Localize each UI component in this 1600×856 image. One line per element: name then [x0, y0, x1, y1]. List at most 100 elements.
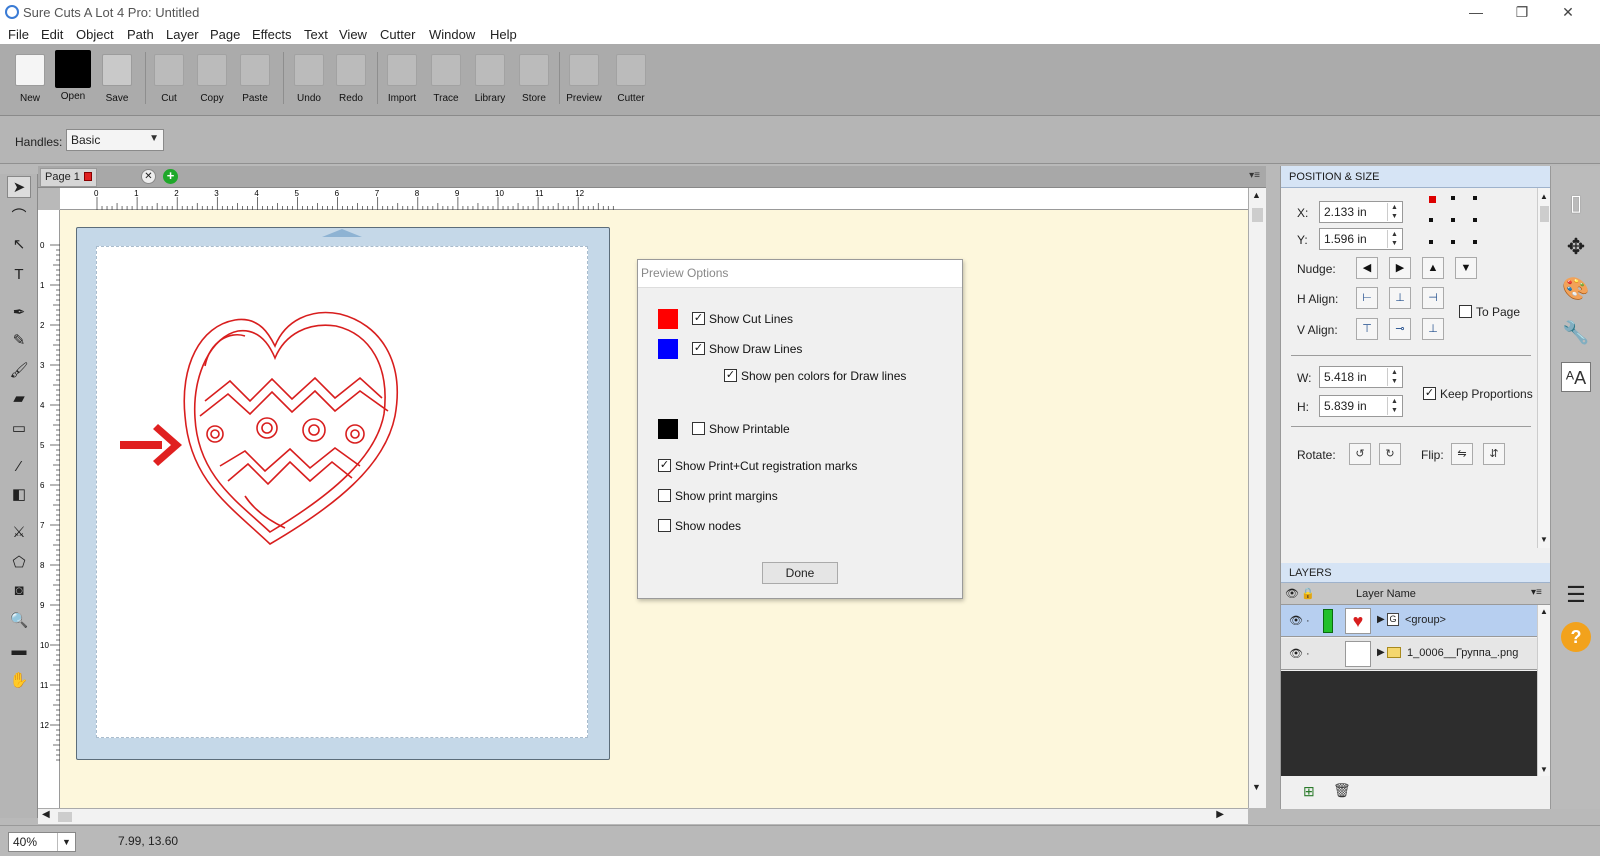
show-registration-marks-checkbox[interactable]: ✓	[658, 459, 671, 472]
document-icon[interactable]: ▯	[1561, 188, 1591, 218]
layers-scrollbar[interactable]: ▲ ▼	[1537, 605, 1551, 776]
scroll-up-icon[interactable]: ▲	[1540, 607, 1548, 616]
close-tab-icon[interactable]: ✕	[141, 169, 156, 184]
menu-edit[interactable]: Edit	[41, 27, 63, 42]
flip-horizontal-icon[interactable]: ⇋	[1451, 443, 1473, 465]
y-input[interactable]: 1.596 in ▲ ▼	[1319, 228, 1403, 250]
align-center-v-icon[interactable]: ⊸	[1389, 318, 1411, 340]
anchor-point[interactable]	[1473, 196, 1477, 200]
expand-arrow-icon[interactable]: ▶	[1377, 614, 1385, 625]
add-layer-icon[interactable]: ⊞	[1303, 783, 1315, 800]
anchor-point[interactable]	[1429, 240, 1433, 244]
scroll-up-icon[interactable]: ▲	[1252, 190, 1261, 200]
node-edit-tool-icon[interactable]: ↖	[7, 234, 31, 256]
align-bottom-icon[interactable]: ⊥	[1422, 318, 1444, 340]
menu-effects[interactable]: Effects	[252, 27, 292, 42]
scroll-down-icon[interactable]: ▼	[1540, 765, 1548, 774]
anchor-point[interactable]	[1429, 218, 1433, 222]
palette-icon[interactable]: 🎨	[1561, 274, 1591, 304]
scroll-right-icon[interactable]: ▶	[1216, 809, 1224, 820]
done-button[interactable]: Done	[762, 562, 838, 584]
scroll-thumb[interactable]	[58, 812, 72, 822]
text-tool-icon[interactable]: T	[7, 264, 31, 286]
show-cut-lines-checkbox[interactable]: ✓	[692, 312, 705, 325]
expand-arrow-icon[interactable]: ▶	[1377, 647, 1385, 658]
keep-proportions-checkbox[interactable]: ✓	[1423, 387, 1436, 400]
blend-tool-icon[interactable]: ◙	[7, 580, 31, 602]
wrench-icon[interactable]: 🔧	[1561, 318, 1591, 348]
reference-point-grid[interactable]	[1429, 196, 1481, 246]
layer-row[interactable]: 👁 · ▶ 1_0006__Группа_.png	[1281, 638, 1537, 670]
close-window-button[interactable]: ✕	[1545, 2, 1591, 22]
to-page-checkbox[interactable]	[1459, 305, 1472, 318]
show-pen-colors-checkbox[interactable]: ✓	[724, 369, 737, 382]
anchor-point[interactable]	[1473, 240, 1477, 244]
align-center-h-icon[interactable]: ⊥	[1389, 287, 1411, 309]
layers-stack-icon[interactable]: ☰	[1561, 580, 1591, 610]
menu-file[interactable]: File	[8, 27, 29, 42]
select-tool-icon[interactable]: ➤	[7, 176, 31, 198]
import-button[interactable]: Import	[381, 50, 423, 106]
scroll-thumb[interactable]	[1540, 206, 1549, 222]
anchor-point[interactable]	[1473, 218, 1477, 222]
library-button[interactable]: Library	[469, 50, 511, 106]
copy-button[interactable]: Copy	[191, 50, 233, 106]
scroll-thumb[interactable]	[1252, 208, 1263, 222]
gradient-tool-icon[interactable]: ◧	[7, 484, 31, 506]
scroll-down-icon[interactable]: ▼	[1252, 782, 1261, 792]
open-button[interactable]: Open	[52, 50, 94, 106]
nudge-down-icon[interactable]: ▼	[1455, 257, 1477, 279]
panel-scrollbar[interactable]: ▲ ▼	[1537, 188, 1551, 548]
eraser-tool-icon[interactable]: ▰	[7, 388, 31, 410]
heart-design[interactable]	[120, 306, 420, 556]
cutter-button[interactable]: Cutter	[610, 50, 652, 106]
align-top-icon[interactable]: ⊤	[1356, 318, 1378, 340]
layer-color-swatch[interactable]	[1323, 609, 1333, 633]
nudge-up-icon[interactable]: ▲	[1422, 257, 1444, 279]
text-size-icon[interactable]: ᴬA	[1561, 362, 1591, 392]
canvas-vertical-scrollbar[interactable]: ▲ ▼	[1248, 188, 1266, 808]
show-nodes-checkbox[interactable]	[658, 519, 671, 532]
spinner-icon[interactable]: ▲ ▼	[1387, 397, 1401, 415]
lasso-tool-icon[interactable]: ⌒	[7, 206, 31, 228]
nudge-left-icon[interactable]: ◀	[1356, 257, 1378, 279]
pencil-tool-icon[interactable]: ✎	[7, 330, 31, 352]
brush-tool-icon[interactable]: 🖌	[7, 360, 31, 382]
save-button[interactable]: Save	[96, 50, 138, 106]
align-right-icon[interactable]: ⊣	[1422, 287, 1444, 309]
eyedropper-tool-icon[interactable]: ⁄	[7, 456, 31, 478]
anchor-point[interactable]	[1451, 196, 1455, 200]
show-draw-lines-checkbox[interactable]: ✓	[692, 342, 705, 355]
menu-help[interactable]: Help	[490, 27, 517, 42]
zoom-tool-icon[interactable]: 🔍	[7, 610, 31, 632]
align-left-icon[interactable]: ⊢	[1356, 287, 1378, 309]
anchor-point[interactable]	[1451, 240, 1455, 244]
spinner-icon[interactable]: ▲ ▼	[1387, 203, 1401, 221]
store-button[interactable]: Store	[513, 50, 555, 106]
pen-tool-icon[interactable]: ✒	[7, 302, 31, 324]
menu-path[interactable]: Path	[127, 27, 154, 42]
transform-tool-icon[interactable]: ⬠	[7, 552, 31, 574]
restore-button[interactable]: ❐	[1499, 2, 1545, 22]
minimize-button[interactable]: —	[1453, 2, 1499, 22]
x-input[interactable]: 2.133 in ▲ ▼	[1319, 201, 1403, 223]
eye-icon[interactable]: 👁 ·	[1289, 647, 1310, 660]
spinner-icon[interactable]: ▲ ▼	[1387, 368, 1401, 386]
canvas-horizontal-scrollbar[interactable]: ◀ ▶	[38, 808, 1248, 824]
menu-cutter[interactable]: Cutter	[380, 27, 415, 42]
spinner-icon[interactable]: ▲ ▼	[1387, 230, 1401, 248]
menu-text[interactable]: Text	[304, 27, 328, 42]
menu-window[interactable]: Window	[429, 27, 475, 42]
trash-icon[interactable]: 🗑	[1333, 782, 1351, 799]
new-button[interactable]: New	[9, 50, 51, 106]
tab-page-1[interactable]: Page 1	[40, 168, 97, 187]
anchor-point-selected[interactable]	[1429, 196, 1436, 203]
scroll-up-icon[interactable]: ▲	[1540, 192, 1548, 201]
menu-view[interactable]: View	[339, 27, 367, 42]
measure-tool-icon[interactable]: ▬	[7, 640, 31, 662]
width-input[interactable]: 5.418 in ▲ ▼	[1319, 366, 1403, 388]
redo-button[interactable]: Redo	[330, 50, 372, 106]
paste-button[interactable]: Paste	[234, 50, 276, 106]
cut-button[interactable]: Cut	[148, 50, 190, 106]
flip-vertical-icon[interactable]: ⇵	[1483, 443, 1505, 465]
